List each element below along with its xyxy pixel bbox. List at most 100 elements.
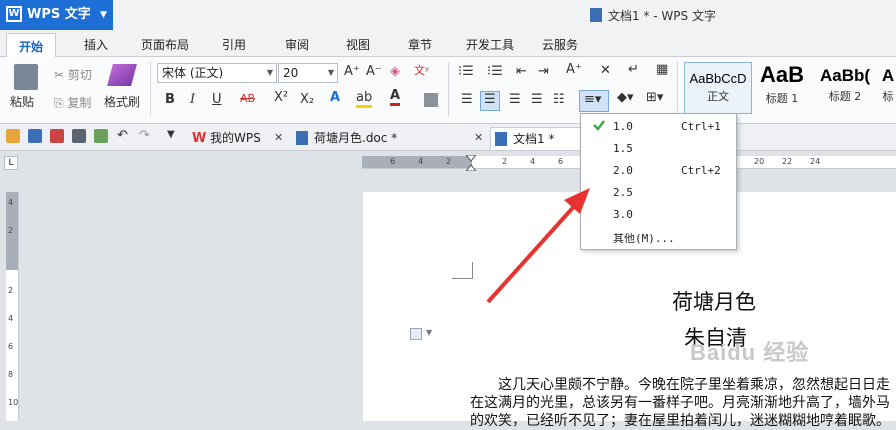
- sort-icon[interactable]: ✕: [600, 63, 611, 78]
- shading-icon[interactable]: ◆▾: [617, 90, 634, 105]
- check-icon: [592, 118, 606, 132]
- grow-font-icon[interactable]: A⁺: [344, 64, 360, 79]
- char-shading-icon[interactable]: [424, 93, 438, 107]
- menu-item-label: 1.0: [613, 120, 633, 133]
- align-left-icon[interactable]: ☰: [461, 92, 473, 107]
- tab-references[interactable]: 引用: [222, 36, 246, 53]
- align-center-button[interactable]: ☰: [480, 91, 500, 111]
- style-normal[interactable]: AaBbCcD 正文: [684, 62, 752, 114]
- paste-icon[interactable]: [14, 64, 38, 90]
- menu-item-label: 3.0: [613, 208, 633, 221]
- underline-icon[interactable]: U: [212, 92, 222, 107]
- text-direction-icon[interactable]: A⁺: [566, 62, 582, 77]
- tab-section[interactable]: 章节: [408, 36, 432, 53]
- style-caption: 正文: [707, 90, 729, 103]
- font-color-icon[interactable]: A: [390, 88, 401, 106]
- distributed-icon[interactable]: ☷: [553, 92, 565, 107]
- print-icon[interactable]: [72, 129, 86, 143]
- tab-stop-selector[interactable]: L: [4, 156, 18, 170]
- text-effect-icon[interactable]: A: [330, 90, 340, 105]
- indent-marker-icon[interactable]: [464, 154, 478, 172]
- style-caption: 标题 2: [828, 90, 862, 103]
- export-pdf-icon[interactable]: [50, 129, 64, 143]
- tab-review[interactable]: 审阅: [285, 36, 309, 53]
- ruler-number: 10: [8, 398, 19, 407]
- menu-item-2-0[interactable]: 2.0 Ctrl+2: [581, 159, 734, 181]
- copy-button[interactable]: ⎘ 复制: [54, 94, 91, 111]
- menu-item-1-5[interactable]: 1.5: [581, 137, 734, 159]
- doc-tab-mywps[interactable]: W 我的WPS ✕: [188, 127, 290, 149]
- paragraph-line: 这几天心里颇不宁静。今晚在院子里坐着乘凉，忽然想起日日走: [498, 377, 890, 393]
- style-heading-2[interactable]: AaBb( 标题 2: [814, 62, 876, 104]
- style-heading-1[interactable]: AaB 标题 1: [752, 62, 812, 106]
- ruler-number: 2: [446, 157, 452, 166]
- redo-icon[interactable]: ↷: [139, 128, 150, 143]
- ruler-number: 6: [390, 157, 396, 166]
- menu-item-other[interactable]: 其他(M)...: [581, 225, 734, 247]
- paste-button[interactable]: 粘贴: [10, 93, 34, 110]
- menu-item-3-0[interactable]: 3.0: [581, 203, 734, 225]
- tab-view[interactable]: 视图: [346, 36, 370, 53]
- increase-indent-icon[interactable]: ⇥: [538, 64, 549, 79]
- borders-icon[interactable]: ⊞▾: [646, 90, 663, 105]
- subscript-icon[interactable]: X₂: [300, 92, 314, 107]
- divider: [448, 62, 449, 116]
- font-size-select[interactable]: 20 ▼: [278, 63, 338, 83]
- tab-developer[interactable]: 开发工具: [466, 36, 514, 53]
- menu-item-2-5[interactable]: 2.5: [581, 181, 734, 203]
- font-name-select[interactable]: 宋体 (正文) ▼: [157, 63, 277, 83]
- divider: [150, 62, 151, 116]
- chevron-down-icon[interactable]: ▼: [167, 129, 175, 140]
- align-right-icon[interactable]: ☰: [509, 92, 521, 107]
- bullets-icon[interactable]: ⁝☰: [458, 64, 474, 79]
- wps-menu-button[interactable]: W WPS 文字 ▼: [0, 0, 113, 30]
- print-preview-icon[interactable]: [94, 129, 108, 143]
- superscript-icon[interactable]: X²: [274, 90, 288, 105]
- decrease-indent-icon[interactable]: ⇤: [516, 64, 527, 79]
- style-sample-text: AaBb(: [819, 66, 871, 85]
- italic-icon[interactable]: I: [190, 92, 195, 107]
- shrink-font-icon[interactable]: A⁻: [366, 64, 382, 79]
- doc-tab-doc1[interactable]: 文档1 *: [490, 127, 582, 150]
- chevron-down-icon: ▼: [266, 68, 273, 77]
- show-marks-icon[interactable]: ↵: [628, 62, 639, 77]
- paragraph-layout-icon[interactable]: [410, 328, 422, 340]
- tab-insert[interactable]: 插入: [84, 36, 108, 53]
- open-icon[interactable]: [6, 129, 20, 143]
- window-title-text: 文档1 * - WPS 文字: [608, 9, 716, 23]
- tab-cloud[interactable]: 云服务: [542, 36, 578, 53]
- copy-icon: ⎘: [54, 96, 68, 110]
- undo-icon[interactable]: ↶: [117, 128, 128, 143]
- clear-format-icon[interactable]: ◈: [390, 64, 400, 79]
- phonetic-guide-icon[interactable]: 文ʸ: [414, 62, 429, 78]
- annotation-arrow-icon: [486, 188, 590, 304]
- tab-page-layout[interactable]: 页面布局: [141, 36, 189, 53]
- bold-icon[interactable]: B: [165, 92, 175, 107]
- chevron-down-icon[interactable]: ▼: [426, 328, 432, 337]
- tab-home[interactable]: 开始: [6, 33, 57, 57]
- save-icon[interactable]: [28, 129, 42, 143]
- ruler-number: 8: [8, 370, 14, 379]
- format-painter-button[interactable]: 格式刷: [104, 93, 140, 110]
- ruler-number: 4: [8, 198, 14, 207]
- numbering-icon[interactable]: ⁝☰: [487, 64, 503, 79]
- ruler-number: 6: [558, 157, 564, 166]
- ruler-number: 4: [8, 314, 14, 323]
- menu-item-shortcut: Ctrl+1: [681, 120, 721, 133]
- table-icon[interactable]: ▦: [656, 62, 668, 77]
- doc-tab-hetang[interactable]: 荷塘月色.doc * ✕: [292, 127, 488, 149]
- paragraph-line: 的欢笑，已经听不见了；妻在屋里拍着闰儿，迷迷糊糊地哼着眠歌。: [470, 413, 890, 429]
- justify-icon[interactable]: ☰: [531, 92, 543, 107]
- cut-button[interactable]: ✂ 剪切: [54, 66, 92, 83]
- line-spacing-button[interactable]: ≡▾: [579, 90, 609, 112]
- style-heading-3[interactable]: A标: [880, 62, 896, 104]
- paragraph-line: 在这满月的光里，总该另有一番样子吧。月亮渐渐地升高了，墙外马: [470, 395, 890, 411]
- close-icon[interactable]: ✕: [474, 127, 483, 149]
- font-name-value: 宋体 (正文): [162, 66, 224, 80]
- highlight-icon[interactable]: ab: [356, 90, 373, 108]
- menu-item-label: 2.0: [613, 164, 633, 177]
- title-bar: [0, 0, 896, 32]
- strikethrough-icon[interactable]: AB: [240, 92, 255, 105]
- wps-logo-icon: W: [192, 131, 207, 146]
- close-icon[interactable]: ✕: [274, 127, 283, 149]
